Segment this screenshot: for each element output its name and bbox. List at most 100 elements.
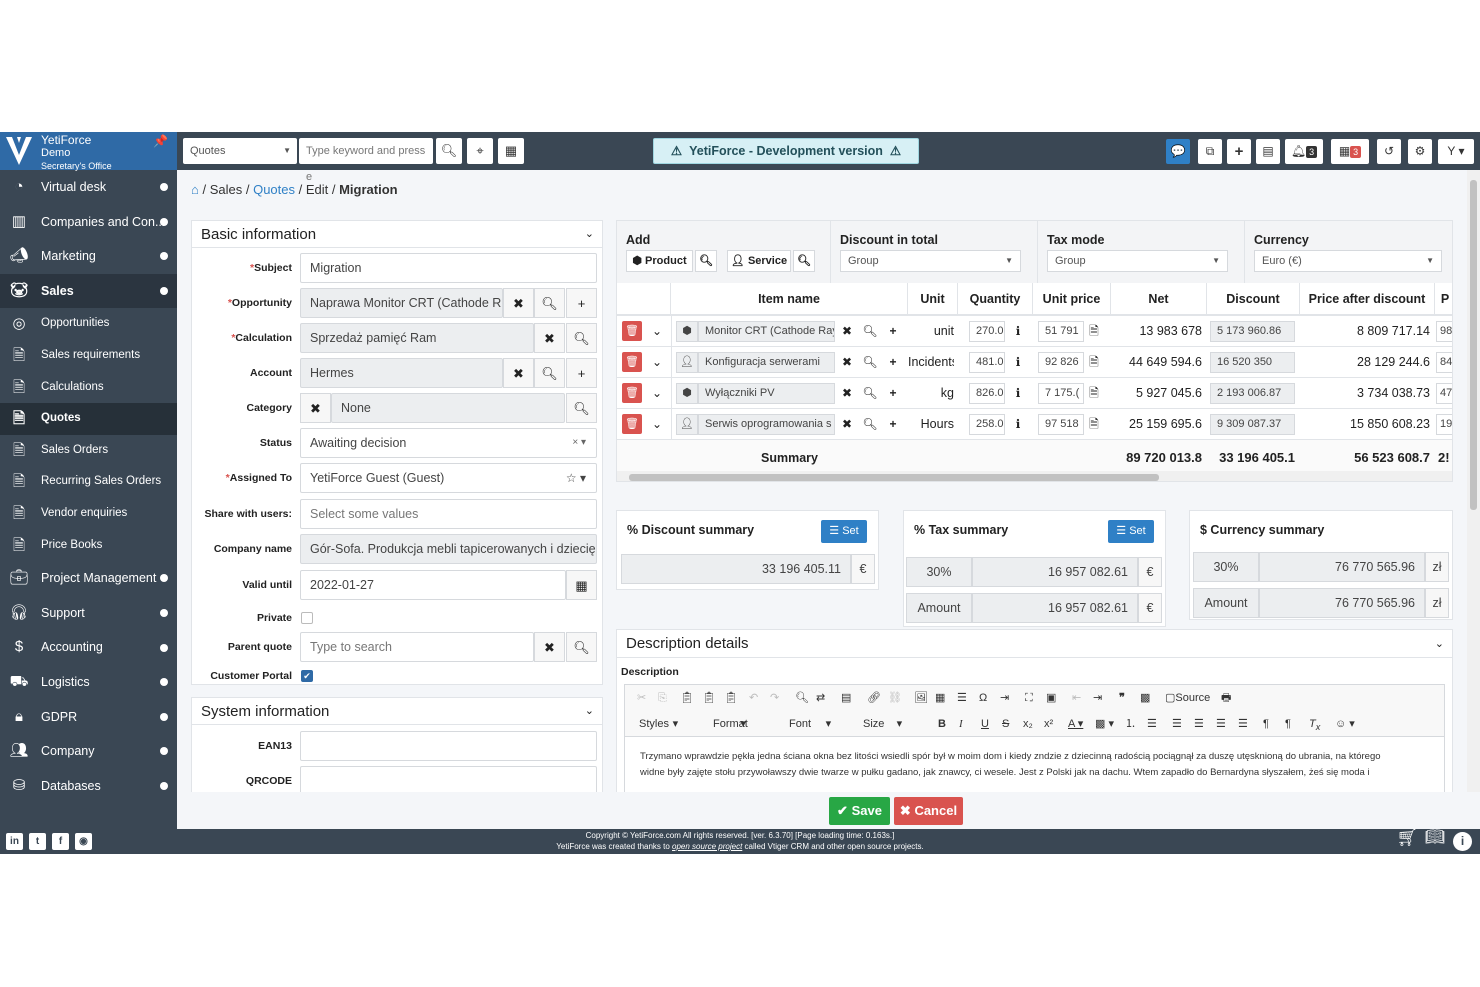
link-icon[interactable]: 🔗︎: [867, 685, 881, 711]
unlink-icon[interactable]: ⛓: [888, 685, 902, 711]
discount-select[interactable]: Group ▼: [840, 250, 1021, 272]
sidebar-item[interactable]: ⛟ Logistics: [0, 665, 177, 700]
facebook-icon[interactable]: f: [52, 833, 69, 850]
subject-input[interactable]: Migration: [300, 253, 597, 283]
replace-icon[interactable]: ⇄: [816, 685, 825, 711]
bg-color-icon[interactable]: ▩ ▾: [1095, 711, 1114, 737]
item-name-input[interactable]: Wyłączniki PV: [698, 383, 835, 404]
trash-icon[interactable]: 🗑︎: [622, 414, 642, 434]
indent-icon[interactable]: ⇥: [1093, 685, 1102, 711]
search-input[interactable]: Type keyword and press e: [299, 138, 433, 183]
italic-icon[interactable]: I: [959, 711, 963, 737]
add-icon[interactable]: +: [883, 383, 903, 404]
paste-icon[interactable]: 📋︎: [680, 685, 694, 711]
reminders-button[interactable]: ▦ 3: [1331, 139, 1369, 164]
category-input[interactable]: None: [331, 393, 565, 423]
status-select[interactable]: Awaiting decision × ▾: [300, 428, 597, 458]
gear-icon[interactable]: ⚙: [1408, 139, 1432, 164]
vertical-scrollbar[interactable]: [1467, 170, 1480, 792]
search-icon[interactable]: 🔍︎: [860, 414, 880, 435]
private-checkbox[interactable]: [301, 612, 313, 624]
size-select[interactable]: Size ▾: [863, 711, 902, 737]
ean-input[interactable]: [300, 731, 597, 761]
copy-icon[interactable]: ⎘: [658, 685, 667, 711]
cart-icon[interactable]: 🛒︎: [1396, 829, 1418, 846]
brand-block[interactable]: YetiForce Demo Secretary's Office 📌: [0, 132, 177, 171]
hr-icon[interactable]: ☰: [957, 685, 967, 711]
print-icon[interactable]: 🖶: [1221, 685, 1231, 711]
search-icon[interactable]: 🔍︎: [860, 352, 880, 373]
text-color-icon[interactable]: A ▾: [1068, 711, 1083, 737]
save-button[interactable]: ✔ Save: [829, 797, 890, 825]
chevron-down-icon[interactable]: ⌄: [647, 321, 667, 342]
cancel-button[interactable]: ✖ Cancel: [894, 797, 963, 825]
grid-icon[interactable]: ▦: [498, 138, 524, 164]
book-icon[interactable]: 📖︎: [1425, 830, 1445, 846]
search-icon[interactable]: 🔍︎: [566, 323, 597, 353]
rtl-icon[interactable]: ¶: [1285, 711, 1291, 737]
discount-input[interactable]: 5 173 960.86: [1210, 321, 1295, 342]
company-input[interactable]: Gór-Sofa. Produkcja mebli tapicerowanych…: [300, 534, 597, 564]
home-icon[interactable]: ⌂: [191, 182, 199, 197]
zoom-icon[interactable]: 🔍︎: [793, 250, 815, 272]
add-icon[interactable]: +: [566, 358, 597, 388]
page-break-icon[interactable]: ⇥: [1000, 685, 1009, 711]
quantity-input[interactable]: 826.0: [969, 383, 1005, 404]
assigned-select[interactable]: YetiForce Guest (Guest) ☆ ▾: [300, 463, 597, 493]
clipboard-icon[interactable]: ⧉: [1198, 139, 1222, 164]
tax-select[interactable]: Group ▼: [1047, 250, 1228, 272]
horizontal-scrollbar[interactable]: [617, 471, 1452, 481]
account-input[interactable]: Hermes: [300, 358, 503, 388]
breadcrumb-quotes[interactable]: Quotes: [253, 182, 295, 197]
sidebar-item[interactable]: 📣︎ Marketing: [0, 239, 177, 274]
sidebar-item[interactable]: 🗎 Price Books: [0, 530, 177, 562]
unit-price-input[interactable]: 51 791: [1038, 321, 1084, 342]
find-icon[interactable]: 🔍︎: [795, 685, 809, 711]
user-menu-icon[interactable]: Y ▾: [1438, 139, 1474, 164]
trash-icon[interactable]: 🗑︎: [622, 352, 642, 372]
styles-select[interactable]: Styles ▾: [639, 711, 678, 737]
remove-format-icon[interactable]: Tx: [1309, 711, 1320, 740]
sidebar-item[interactable]: 🗎 Sales Orders: [0, 435, 177, 467]
emoji-icon[interactable]: ☺ ▾: [1335, 711, 1355, 737]
item-name-input[interactable]: Konfiguracja serwerami: [698, 352, 835, 373]
unit-price-input[interactable]: 97 518: [1038, 414, 1084, 435]
outdent-icon[interactable]: ⇤: [1072, 685, 1081, 711]
opportunity-input[interactable]: Naprawa Monitor CRT (Cathode R: [300, 288, 503, 318]
sidebar-item[interactable]: 💼︎ Project Management: [0, 561, 177, 596]
underline-icon[interactable]: U: [981, 711, 989, 737]
linkedin-icon[interactable]: in: [6, 833, 23, 850]
info-icon[interactable]: ℹ: [1008, 414, 1028, 435]
search-icon[interactable]: 🔍︎: [566, 632, 597, 662]
quantity-input[interactable]: 258.0: [969, 414, 1005, 435]
align-left-icon[interactable]: ☰: [1172, 711, 1182, 737]
sidebar-item[interactable]: 🗎 Sales requirements: [0, 340, 177, 372]
editor-content[interactable]: Trzymano wprawdzie pękła jedna ściana ok…: [640, 749, 1434, 781]
clear-icon[interactable]: ✖: [300, 393, 331, 423]
div-icon[interactable]: ▩: [1140, 685, 1150, 711]
sidebar-item[interactable]: 🐷︎ Sales: [0, 273, 177, 309]
crosshair-icon[interactable]: ⌖: [467, 138, 493, 164]
currency-select[interactable]: Euro (€) ▼: [1254, 250, 1442, 272]
maximize-icon[interactable]: ⛶: [1025, 685, 1033, 711]
search-icon[interactable]: 🔍︎: [860, 383, 880, 404]
price-list-icon[interactable]: 🗎: [1084, 414, 1104, 435]
star-icon[interactable]: ☆ ▾: [566, 464, 586, 492]
sidebar-item[interactable]: ◎ Opportunities: [0, 308, 177, 340]
calendar-icon[interactable]: ▤: [1256, 139, 1280, 164]
cut-icon[interactable]: ✂: [637, 685, 646, 711]
sidebar-item[interactable]: 🗎 Calculations: [0, 372, 177, 404]
scroll-thumb[interactable]: [629, 474, 1159, 481]
zoom-icon[interactable]: 🔍︎: [695, 250, 717, 272]
format-select[interactable]: Format ▾: [713, 711, 748, 737]
sidebar-item[interactable]: ◔ Virtual desk: [0, 170, 177, 205]
add-icon[interactable]: +: [883, 321, 903, 342]
clear-icon[interactable]: ✖: [837, 383, 857, 404]
tax-set-button[interactable]: ☰ Set: [1108, 520, 1154, 543]
sidebar-item[interactable]: $ Accounting: [0, 630, 177, 665]
parent-input[interactable]: Type to search: [300, 632, 534, 662]
align-right-icon[interactable]: ☰: [1216, 711, 1226, 737]
sidebar-item[interactable]: 👥︎ Company: [0, 734, 177, 769]
source-button[interactable]: ▢ Source: [1165, 685, 1210, 711]
image-icon[interactable]: 🖼︎: [914, 685, 928, 711]
